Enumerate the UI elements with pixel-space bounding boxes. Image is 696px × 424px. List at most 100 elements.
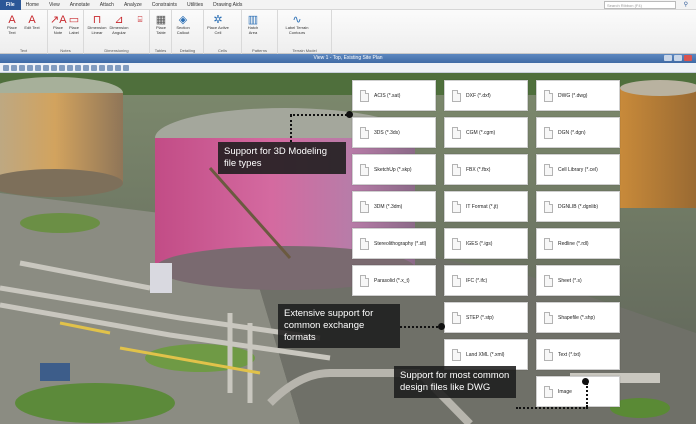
place-table-button[interactable]: ▦ Place Table bbox=[152, 14, 170, 35]
dimension-tools-icon[interactable]: ⌸ bbox=[132, 14, 148, 26]
ribbon-group-notes: ↗A Place Note ▭ Place Label Notes bbox=[48, 10, 84, 54]
file-icon bbox=[360, 237, 369, 250]
fit-view-icon[interactable] bbox=[51, 64, 57, 71]
menu-file[interactable]: File bbox=[0, 0, 21, 10]
place-label-button[interactable]: ▭ Place Label bbox=[66, 14, 82, 35]
file-icon bbox=[544, 126, 553, 139]
ribbon-group-label: Tables bbox=[154, 48, 167, 53]
saved-views-icon[interactable] bbox=[123, 64, 129, 71]
callout-pointer-dot bbox=[346, 111, 353, 118]
place-active-cell-button[interactable]: ✲ Place Active Cell bbox=[206, 14, 230, 35]
file-type-tile: IGES (*.igs) bbox=[444, 228, 528, 259]
menu-analyze[interactable]: Analyze bbox=[119, 2, 147, 8]
clip-volume-icon[interactable] bbox=[91, 64, 97, 71]
file-type-tile: Sheet (*.s) bbox=[536, 265, 620, 296]
menu-bar: File Home View Annotate Attach Analyze C… bbox=[0, 0, 696, 10]
ribbon-group-text: A Place Text A Edit Text Text bbox=[0, 10, 48, 54]
file-icon bbox=[360, 126, 369, 139]
file-icon bbox=[544, 311, 553, 324]
display-style-icon[interactable] bbox=[11, 64, 17, 71]
view-title-bar: View 1 - Top, Existing Site Plan bbox=[0, 54, 696, 63]
file-icon bbox=[544, 200, 553, 213]
file-icon bbox=[452, 89, 461, 102]
menu-utilities[interactable]: Utilities bbox=[182, 2, 208, 8]
menu-drawing-aids[interactable]: Drawing Aids bbox=[208, 2, 247, 8]
view-toolbar bbox=[0, 63, 696, 73]
update-view-icon[interactable] bbox=[19, 64, 25, 71]
file-type-tile: Image bbox=[536, 376, 620, 407]
ribbon-group-dimensioning: ⊓ Dimension Linear ⊿ Dimension Angular ⌸… bbox=[84, 10, 150, 54]
rotate-view-icon[interactable] bbox=[59, 64, 65, 71]
zoom-in-icon[interactable] bbox=[27, 64, 33, 71]
file-icon bbox=[360, 89, 369, 102]
dimension-linear-button[interactable]: ⊓ Dimension Linear bbox=[86, 14, 108, 35]
file-type-tile: DXF (*.dxf) bbox=[444, 80, 528, 111]
file-icon bbox=[452, 311, 461, 324]
file-type-tile: ACIS (*.sat) bbox=[352, 80, 436, 111]
ribbon-group-detailing: ◈ Section Callout Detailing bbox=[172, 10, 204, 54]
ribbon-search-input[interactable]: Search Ribbon (F4) bbox=[604, 1, 676, 9]
menu-attach[interactable]: Attach bbox=[95, 2, 119, 8]
camera-icon[interactable] bbox=[99, 64, 105, 71]
file-icon bbox=[452, 348, 461, 361]
close-button[interactable] bbox=[684, 55, 692, 61]
ribbon-group-patterns: ▥ Hatch Area Patterns bbox=[242, 10, 278, 54]
view-next-icon[interactable] bbox=[83, 64, 89, 71]
ribbon-group-label: Text bbox=[19, 48, 28, 53]
file-type-tile: Text (*.txt) bbox=[536, 339, 620, 370]
maximize-button[interactable] bbox=[674, 55, 682, 61]
view-toggles-icon[interactable] bbox=[115, 64, 121, 71]
file-type-tile: 3DM (*.3dm) bbox=[352, 191, 436, 222]
search-icon[interactable]: ⚲ bbox=[684, 1, 688, 8]
file-type-tile: Parasolid (*.x_t) bbox=[352, 265, 436, 296]
callout-pointer-dot bbox=[438, 323, 445, 330]
ribbon: A Place Text A Edit Text Text ↗A Place N… bbox=[0, 10, 696, 54]
pan-view-icon[interactable] bbox=[67, 64, 73, 71]
zoom-out-icon[interactable] bbox=[35, 64, 41, 71]
file-type-tile: IFC (*.ifc) bbox=[444, 265, 528, 296]
callout-leader bbox=[400, 326, 442, 328]
dimension-angular-button[interactable]: ⊿ Dimension Angular bbox=[108, 14, 130, 35]
render-icon[interactable] bbox=[107, 64, 113, 71]
menu-view[interactable]: View bbox=[44, 2, 65, 8]
place-note-button[interactable]: ↗A Place Note bbox=[50, 14, 67, 35]
view-title: View 1 - Top, Existing Site Plan bbox=[313, 55, 383, 61]
file-type-tile: 3DS (*.3ds) bbox=[352, 117, 436, 148]
place-text-button[interactable]: A Place Text bbox=[3, 14, 21, 35]
view-previous-icon[interactable] bbox=[75, 64, 81, 71]
menu-constraints[interactable]: Constraints bbox=[147, 2, 182, 8]
ribbon-group-label: Dimensioning bbox=[104, 48, 129, 53]
file-type-tile: DWG (*.dwg) bbox=[536, 80, 620, 111]
viewport[interactable]: ACIS (*.sat) DXF (*.dxf) DWG (*.dwg) 3DS… bbox=[0, 73, 696, 424]
minimize-button[interactable] bbox=[664, 55, 672, 61]
ribbon-group-terrain-model: ∿ Label Terrain Contours Terrain Model bbox=[278, 10, 332, 54]
ribbon-group-label: Notes bbox=[60, 48, 71, 53]
hatch-area-button[interactable]: ▥ Hatch Area bbox=[244, 14, 262, 35]
file-icon bbox=[544, 385, 553, 398]
file-icon bbox=[544, 237, 553, 250]
file-icon bbox=[544, 348, 553, 361]
file-icon bbox=[544, 89, 553, 102]
file-type-tile: FBX (*.fbx) bbox=[444, 154, 528, 185]
file-icon bbox=[452, 126, 461, 139]
file-type-tile: DGNLIB (*.dgnlib) bbox=[536, 191, 620, 222]
file-type-tile: Cell Library (*.cel) bbox=[536, 154, 620, 185]
file-icon bbox=[360, 274, 369, 287]
file-icon bbox=[544, 274, 553, 287]
callout-exchange: Extensive support for common exchange fo… bbox=[278, 304, 400, 348]
edit-text-button[interactable]: A Edit Text bbox=[23, 14, 41, 31]
ribbon-group-label: Detailing bbox=[179, 48, 196, 53]
menu-home[interactable]: Home bbox=[21, 2, 44, 8]
file-icon bbox=[360, 163, 369, 176]
callout-modeling: Support for 3D Modeling file types bbox=[218, 142, 346, 174]
ribbon-group-cells: ✲ Place Active Cell Cells bbox=[204, 10, 242, 54]
view-attributes-icon[interactable] bbox=[3, 64, 9, 71]
ribbon-group-label: Patterns bbox=[252, 48, 267, 53]
menu-annotate[interactable]: Annotate bbox=[65, 2, 95, 8]
callout-leader bbox=[290, 114, 350, 116]
window-area-icon[interactable] bbox=[43, 64, 49, 71]
label-terrain-contours-button[interactable]: ∿ Label Terrain Contours bbox=[282, 14, 312, 35]
section-callout-button[interactable]: ◈ Section Callout bbox=[174, 14, 192, 35]
callout-leader bbox=[516, 407, 588, 409]
file-icon bbox=[360, 200, 369, 213]
